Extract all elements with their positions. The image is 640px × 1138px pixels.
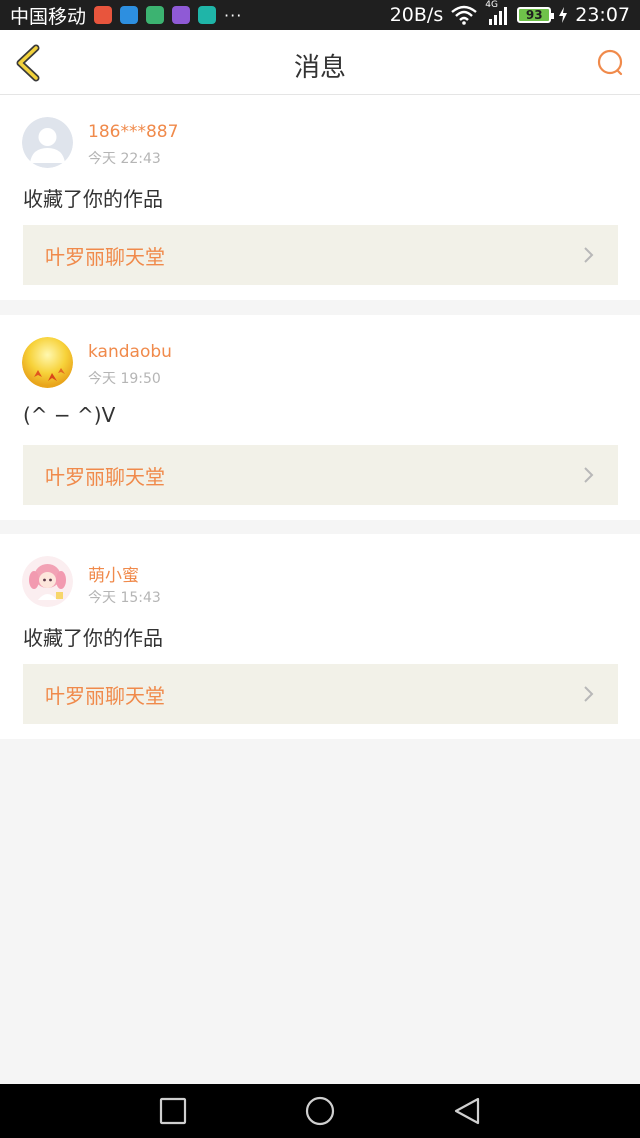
message-content: 收藏了你的作品 (23, 626, 163, 650)
chevron-right-icon (584, 247, 594, 263)
chevron-right-icon (584, 467, 594, 483)
message-card[interactable]: 186***887 今天 22:43 收藏了你的作品 叶罗丽聊天堂 (0, 95, 640, 300)
avatar[interactable] (22, 556, 73, 607)
message-time: 今天 19:50 (88, 371, 161, 387)
message-time: 今天 15:43 (88, 590, 161, 606)
battery-level: 93 (525, 8, 543, 22)
app-header: 消息 (0, 30, 640, 95)
navigation-bar (0, 1084, 640, 1138)
wechat-app-icon (146, 6, 165, 24)
avatar[interactable] (22, 337, 73, 388)
chat-app-icon (120, 6, 139, 24)
status-left: 中国移动 ··· (10, 2, 242, 29)
work-title: 叶罗丽聊天堂 (45, 683, 165, 708)
default-user-avatar-icon (22, 117, 73, 168)
message-content: 收藏了你的作品 (23, 187, 163, 211)
editor-app-icon (172, 6, 191, 24)
search-button[interactable] (596, 48, 626, 78)
recents-button[interactable] (158, 1096, 188, 1126)
work-link[interactable]: 叶罗丽聊天堂 (23, 225, 618, 285)
page-title: 消息 (293, 53, 346, 83)
work-link[interactable]: 叶罗丽聊天堂 (23, 445, 618, 505)
message-time: 今天 22:43 (88, 151, 161, 167)
avatar[interactable] (22, 117, 73, 168)
signal-bars-icon (489, 7, 508, 25)
battery-icon: 93 (517, 7, 555, 23)
work-title: 叶罗丽聊天堂 (45, 464, 165, 489)
square-icon (159, 1097, 187, 1125)
search-icon (597, 49, 623, 76)
network-speed: 20B/s (389, 4, 444, 26)
circle-icon (305, 1096, 335, 1126)
autumn-leaves-avatar-icon (22, 337, 73, 388)
charging-icon (559, 7, 568, 23)
username[interactable]: 186***887 (88, 122, 178, 142)
username[interactable]: kandaobu (88, 342, 172, 362)
chevron-right-icon (584, 686, 594, 702)
carrier-label: 中国移动 (10, 5, 87, 28)
work-link[interactable]: 叶罗丽聊天堂 (23, 664, 618, 724)
message-card[interactable]: kandaobu 今天 19:50 (^ − ^)V 叶罗丽聊天堂 (0, 315, 640, 520)
clock: 23:07 (575, 4, 630, 26)
notification-app-icon (94, 6, 113, 24)
more-notifications-icon: ··· (224, 5, 243, 25)
triangle-back-icon (454, 1097, 480, 1125)
message-card[interactable]: 萌小蜜 今天 15:43 收藏了你的作品 叶罗丽聊天堂 (0, 534, 640, 739)
wifi-icon (451, 5, 478, 25)
cell-signal-icon: 4G (485, 0, 509, 26)
message-content: (^ − ^)V (23, 403, 116, 427)
username[interactable]: 萌小蜜 (88, 561, 139, 586)
shield-app-icon (198, 6, 217, 24)
home-button[interactable] (305, 1096, 335, 1126)
work-title: 叶罗丽聊天堂 (45, 244, 165, 269)
anime-girl-avatar-icon (22, 556, 73, 607)
status-right: 20B/s 4G 93 23:07 (389, 0, 630, 26)
back-nav-button[interactable] (452, 1096, 482, 1126)
status-bar: 中国移动 ··· 20B/s 4G 93 23:07 (0, 0, 640, 30)
